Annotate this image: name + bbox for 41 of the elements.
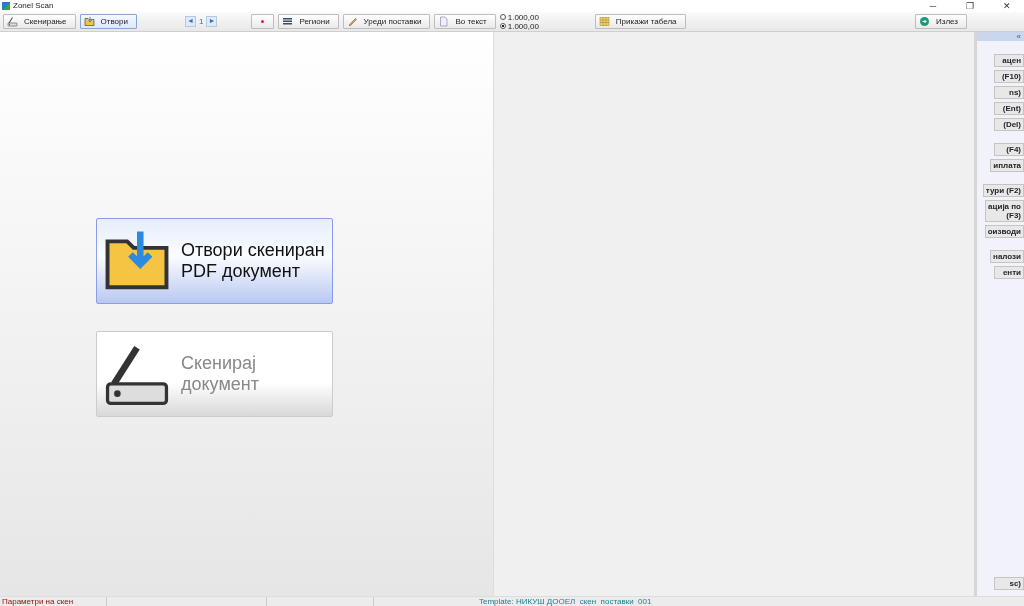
status-text: Параметри на скен [0,597,107,606]
side-button[interactable]: оизводи [984,225,1024,238]
collapse-button[interactable]: « [977,32,1024,41]
page-number: 1 [198,15,205,28]
toolbar-button[interactable]: Прикажи табела [594,14,686,29]
radio-option[interactable]: 1.000,00 [499,12,539,22]
side-button[interactable]: налози [990,250,1024,263]
lines-icon [282,16,294,27]
side-button[interactable]: (F4) [994,143,1024,156]
side-button[interactable]: ацен [994,54,1024,67]
side-button[interactable]: енти [994,266,1024,279]
action-button[interactable]: Отвори скениран PDF документ [96,218,333,304]
toolbar-button[interactable]: Во текст [434,14,496,29]
side-button[interactable]: (Del) [994,118,1024,131]
close-button[interactable]: ✕ [990,0,1024,12]
toolbar-button[interactable]: Отвори [79,14,137,29]
window-title: Zonel Scan [13,0,54,12]
app-logo-icon [2,2,10,10]
toolbar-button[interactable]: Излез [915,14,967,29]
template-text: Template: НИКУШ ДООЕЛ скен поставки 001 [478,597,652,606]
action-button[interactable]: Скенирај документ [96,331,333,417]
radio-option[interactable]: 1.000,00 [499,21,539,31]
arrow-circle-icon [919,16,931,27]
side-button[interactable]: тури (F2) [982,184,1024,197]
pencil-icon [346,16,358,27]
table-icon [598,16,610,27]
document-icon [438,16,450,27]
folder-icon [83,16,95,27]
restore-button[interactable]: ❐ [953,0,987,12]
minimize-button[interactable]: ─ [916,0,950,12]
scanner-icon [7,16,18,27]
toolbar-button[interactable]: Региони [278,14,339,29]
side-button[interactable]: (F10) [994,70,1024,83]
toolbar-button[interactable] [251,14,275,29]
side-button[interactable]: иплата [990,159,1024,172]
side-button[interactable]: ns) [994,86,1024,99]
toolbar-button[interactable]: Скенирање [3,14,76,29]
toolbar-button[interactable]: Уреди поставки [342,14,431,29]
side-button[interactable]: ација по (F3) [985,200,1024,222]
side-button[interactable]: (Ent) [994,102,1024,115]
side-button[interactable]: sc) [994,577,1024,590]
